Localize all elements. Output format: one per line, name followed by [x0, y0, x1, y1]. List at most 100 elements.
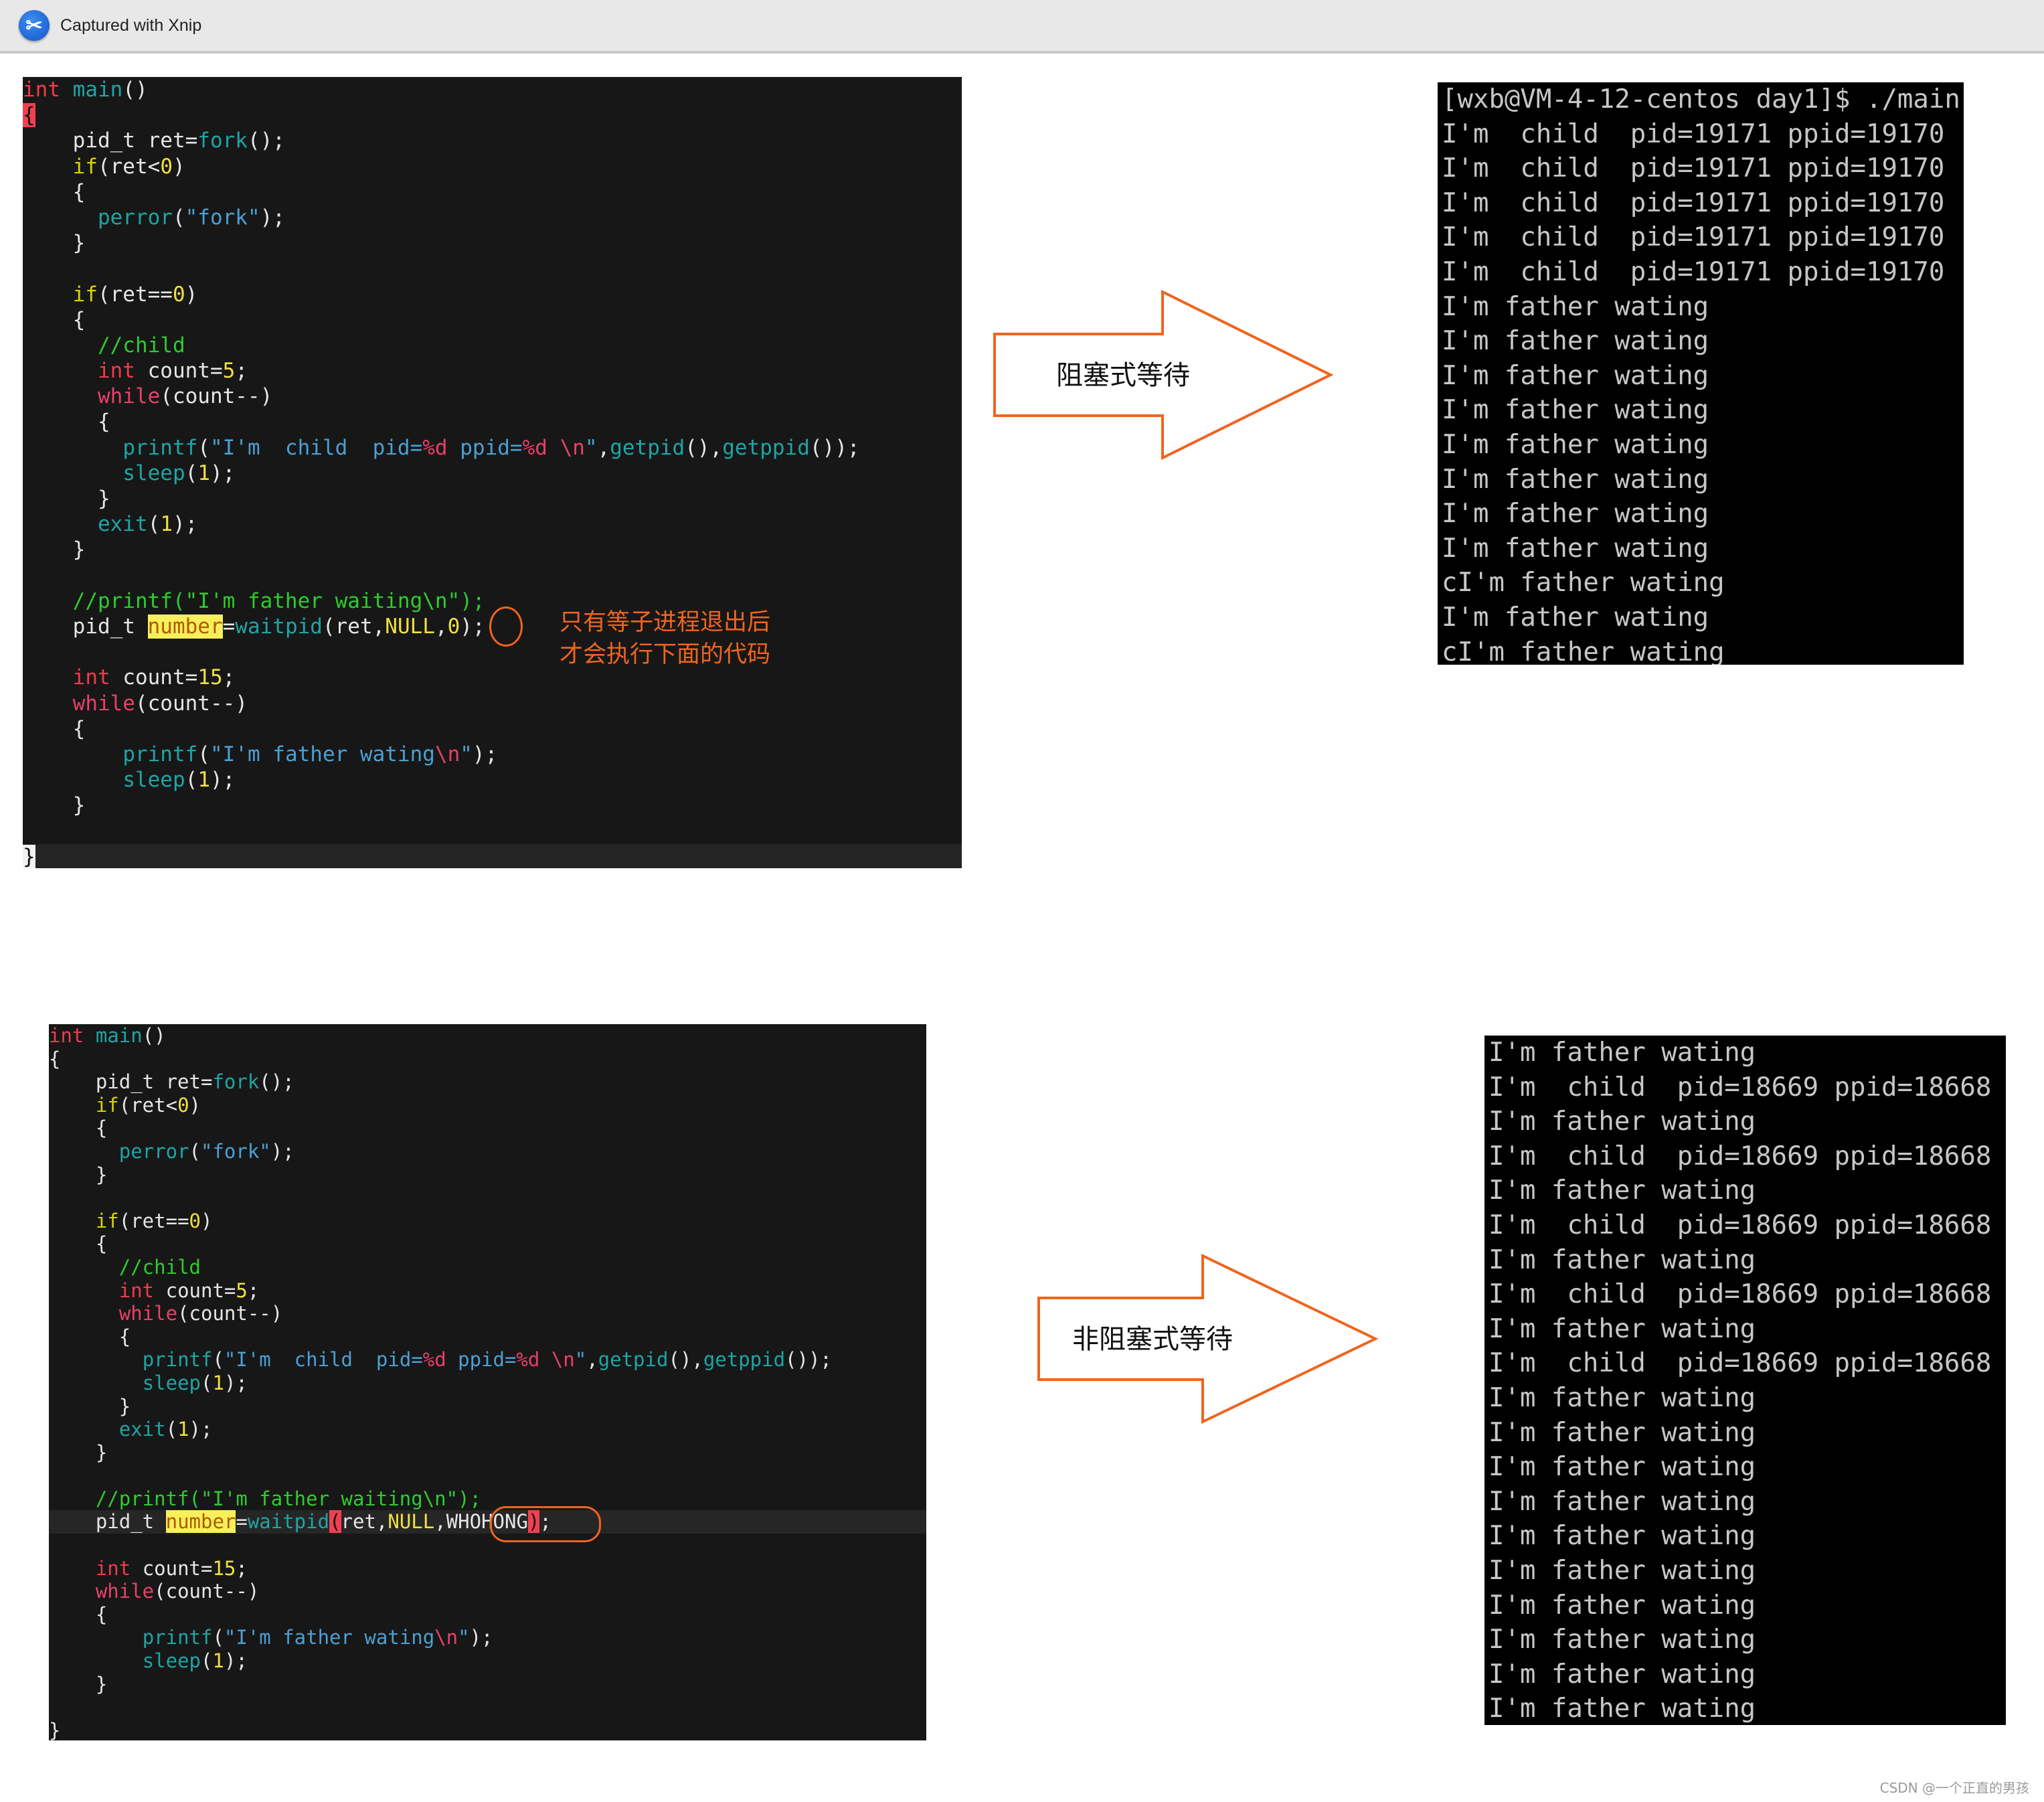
function-name: perror [97, 205, 173, 230]
function-name: printf [142, 1348, 213, 1372]
terminal-line: I'm child pid=18669 ppid=18668 [1488, 1210, 1992, 1240]
terminal-line: I'm child pid=19171 ppid=19170 [1442, 256, 1945, 287]
code-line: sleep(1); [49, 1649, 926, 1673]
terminal-line: I'm father wating [1488, 1486, 1756, 1517]
string-literal: " [458, 1626, 470, 1649]
number-literal: 1 [197, 768, 210, 793]
code-editor-blocking[interactable]: int main() { pid_t ret=fork(); if(ret<0)… [23, 77, 962, 868]
code-text: pid_t [49, 1510, 166, 1534]
code-text: (ret== [118, 1209, 189, 1232]
code-text: = [222, 614, 236, 639]
code-line: { [49, 1325, 131, 1348]
code-text: () [142, 1024, 166, 1047]
code-text: ); [209, 768, 236, 793]
code-line: { [23, 716, 86, 741]
code-line: { [23, 102, 962, 128]
code-text: (ret== [97, 282, 173, 307]
code-text: (), [685, 435, 723, 460]
code-text: = [236, 1510, 248, 1534]
comment: //child [97, 333, 185, 357]
comment: //printf("I'm father waiting\n"); [95, 1487, 482, 1510]
string-literal: "fork" [201, 1139, 271, 1163]
code-line: while(count--) [49, 1580, 926, 1603]
terminal-output-blocking[interactable]: [wxb@VM-4-12-centos day1]$ ./main I'm chi… [1438, 82, 1964, 665]
code-line: sleep(1); [49, 1372, 926, 1395]
function-name: printf [142, 1626, 213, 1649]
code-line: sleep(1); [23, 461, 962, 486]
function-name: sleep [142, 1371, 201, 1394]
code-line: while(count--) [49, 1302, 926, 1325]
terminal-line: I'm father wating [1488, 1521, 1756, 1552]
terminal-line: I'm child pid=19171 ppid=19170 [1442, 222, 1945, 253]
code-line: exit(1); [49, 1418, 926, 1441]
code-text: ( [189, 1139, 201, 1163]
code-text: ); [224, 1371, 248, 1394]
keyword: int [97, 359, 135, 384]
keyword: int [49, 1024, 84, 1047]
code-text: ( [197, 742, 210, 766]
number-literal: 0 [172, 282, 185, 307]
code-line: { [49, 1603, 108, 1626]
terminal-line: I'm child pid=18669 ppid=18668 [1488, 1348, 1992, 1379]
code-text: () [122, 78, 148, 102]
code-text: (count--) [135, 691, 248, 716]
code-line-waitpid: pid_t number=waitpid(ret,NULL,WHOHONG); [49, 1510, 926, 1534]
string-literal [547, 436, 560, 460]
null-literal: NULL [388, 1510, 435, 1534]
terminal-line: I'm father wating [1442, 326, 1709, 357]
code-line: int count=5; [49, 1279, 926, 1303]
string-literal: "fork" [185, 205, 260, 230]
code-line: } [23, 487, 110, 511]
terminal-output-nonblocking[interactable]: I'm father wating I'm child pid=18669 ppi… [1484, 1036, 2006, 1725]
code-line: while(count--) [23, 691, 962, 716]
code-text: ); [224, 1649, 248, 1673]
terminal-line: I'm father wating [1442, 464, 1709, 495]
code-text: pid_t [23, 614, 148, 639]
number-literal: 15 [212, 1556, 236, 1580]
code-text: ); [172, 512, 198, 537]
code-line: int count=5; [23, 358, 962, 384]
code-line: if(ret<0) [49, 1094, 926, 1117]
code-line: sleep(1); [23, 767, 962, 793]
terminal-line: cI'm father wating [1442, 637, 1725, 665]
code-line: //printf("I'm father waiting\n"); [23, 588, 962, 614]
keyword: int [23, 78, 60, 102]
function-name: main [72, 78, 123, 102]
terminal-line: I'm father wating [1488, 1244, 1756, 1275]
terminal-line: I'm father wating [1488, 1107, 1756, 1137]
comment: //printf("I'm father waiting\n"); [72, 588, 485, 613]
code-text: count= [154, 1279, 236, 1302]
terminal-line: I'm father wating [1488, 1175, 1756, 1206]
terminal-line: I'm child pid=19171 ppid=19170 [1442, 118, 1945, 149]
code-line: //child [49, 1256, 926, 1279]
highlight-ring [489, 606, 523, 647]
string-literal: ppid= [447, 435, 523, 460]
keyword: if [95, 1209, 119, 1232]
string-literal: " [584, 435, 598, 460]
number-literal: 15 [197, 665, 223, 690]
code-text: ( [212, 1626, 224, 1649]
code-line: pid_t ret=fork(); [49, 1070, 926, 1094]
format-specifier: %d [422, 435, 448, 460]
function-name: sleep [142, 1649, 201, 1673]
code-line: printf("I'm child pid=%d ppid=%d \n",get… [49, 1348, 926, 1372]
cursor-brace: { [23, 103, 35, 128]
comment: //child [118, 1255, 201, 1279]
number-literal: 1 [197, 461, 210, 485]
code-editor-nonblocking[interactable]: int main() { pid_t ret=fork(); if(ret<0)… [49, 1024, 926, 1740]
code-text: (ret< [97, 154, 161, 179]
function-name: exit [118, 1418, 166, 1441]
terminal-line: I'm father wating [1442, 291, 1709, 322]
code-line: { [23, 179, 86, 204]
number-literal: 1 [160, 512, 173, 537]
escape-sequence: \n [560, 435, 585, 460]
terminal-line: I'm father wating [1488, 1382, 1756, 1413]
highlighted-variable: number [147, 614, 223, 639]
code-line: if(ret==0) [49, 1210, 926, 1233]
function-name: fork [197, 129, 248, 153]
window-title: Captured with Xnip [60, 15, 202, 35]
code-line: } [49, 1394, 131, 1418]
terminal-line: I'm father wating [1488, 1452, 1756, 1483]
terminal-line: [wxb@VM-4-12-centos day1]$ ./main [1442, 84, 1960, 114]
